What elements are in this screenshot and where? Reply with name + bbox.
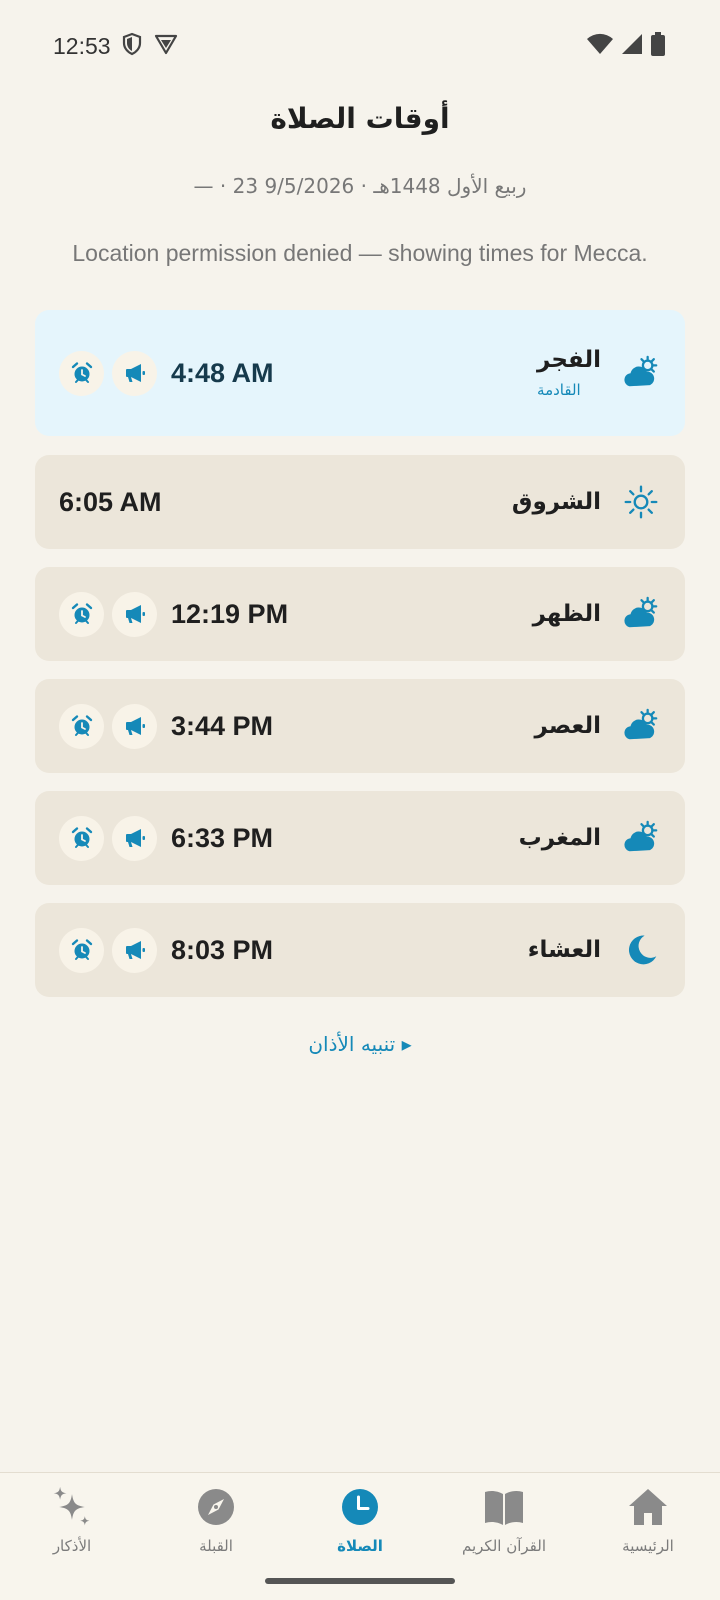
page-title: أوقات الصلاة [270,102,450,135]
nav-label: الأذكار [52,1537,92,1555]
cloud-sun-icon [621,594,661,634]
megaphone-icon [123,361,147,385]
prayer-time: 6:33 PM [171,822,274,853]
prayer-card-maghrib[interactable]: المغرب 6:33 PM [35,791,685,885]
megaphone-icon [123,602,147,626]
status-bar: 12:53 [0,0,720,92]
alarm-clock-icon [70,602,94,626]
prayer-card-shuruq[interactable]: الشروق 6:05 AM [35,455,685,549]
prayer-time: 12:19 PM [171,598,289,629]
prayer-card-asr[interactable]: العصر 3:44 PM [35,679,685,773]
sparkle-icon [50,1485,94,1529]
location-note: Location permission denied — showing tim… [72,240,648,266]
prayer-name: الفجر [537,347,601,373]
prayer-card-isha[interactable]: العشاء 8:03 PM [35,903,685,997]
alarm-button[interactable] [59,591,104,637]
next-prayer-badge: القادمة [537,381,581,399]
status-time: 12:53 [53,32,111,59]
nav-label: القرآن الكريم [461,1537,546,1555]
alarm-button[interactable] [59,927,104,973]
cloud-sun-icon [621,706,661,746]
adhan-alert-link[interactable]: ▸ تنبيه الأذان [0,1032,720,1056]
nav-label: الرئيسية [622,1537,674,1555]
shield-icon [121,32,143,60]
megaphone-icon [123,938,147,962]
alarm-clock-icon [70,938,94,962]
nav-label: القبلة [199,1537,233,1555]
wifi-icon [586,32,614,60]
adhan-button[interactable] [112,591,157,637]
date-line: — · 23 ربيع الأول 1448هـ · 9/5/2026 [193,174,527,198]
megaphone-icon [123,714,147,738]
nav-item-home[interactable]: الرئيسية [576,1473,720,1600]
cloud-sun-icon [621,818,661,858]
prayer-card-fajr[interactable]: الفجر القادمة 4:48 AM [35,310,685,436]
cloud-sun-icon [621,353,661,393]
battery-icon [650,31,666,61]
adhan-button[interactable] [112,815,157,861]
adhan-button[interactable] [112,703,157,749]
alarm-button[interactable] [59,350,104,396]
alarm-clock-icon [70,714,94,738]
prayer-name: المغرب [518,825,601,851]
vpn-shield-icon [153,32,179,60]
prayer-time: 6:05 AM [59,486,162,517]
home-indicator[interactable] [265,1578,455,1584]
prayer-card-dhuhr[interactable]: الظهر 12:19 PM [35,567,685,661]
prayer-time: 3:44 PM [171,710,274,741]
book-icon [482,1485,526,1529]
prayer-name: الظهر [532,601,601,627]
nav-item-adhkar[interactable]: الأذكار [0,1473,144,1600]
home-icon [626,1485,670,1529]
adhan-button[interactable] [112,927,157,973]
alarm-clock-icon [70,361,94,385]
moon-icon [621,930,661,970]
clock-icon [338,1485,382,1529]
prayer-time: 8:03 PM [171,934,274,965]
nav-label: الصلاة [337,1537,383,1555]
sun-icon [621,482,661,522]
alarm-clock-icon [70,826,94,850]
prayer-name: العصر [534,713,601,739]
prayer-time: 4:48 AM [171,357,274,388]
adhan-button[interactable] [112,350,157,396]
prayer-name: الشروق [511,489,601,515]
cell-signal-icon [620,32,644,60]
alarm-button[interactable] [59,815,104,861]
megaphone-icon [123,826,147,850]
compass-icon [194,1485,238,1529]
prayer-name: العشاء [527,937,601,963]
alarm-button[interactable] [59,703,104,749]
